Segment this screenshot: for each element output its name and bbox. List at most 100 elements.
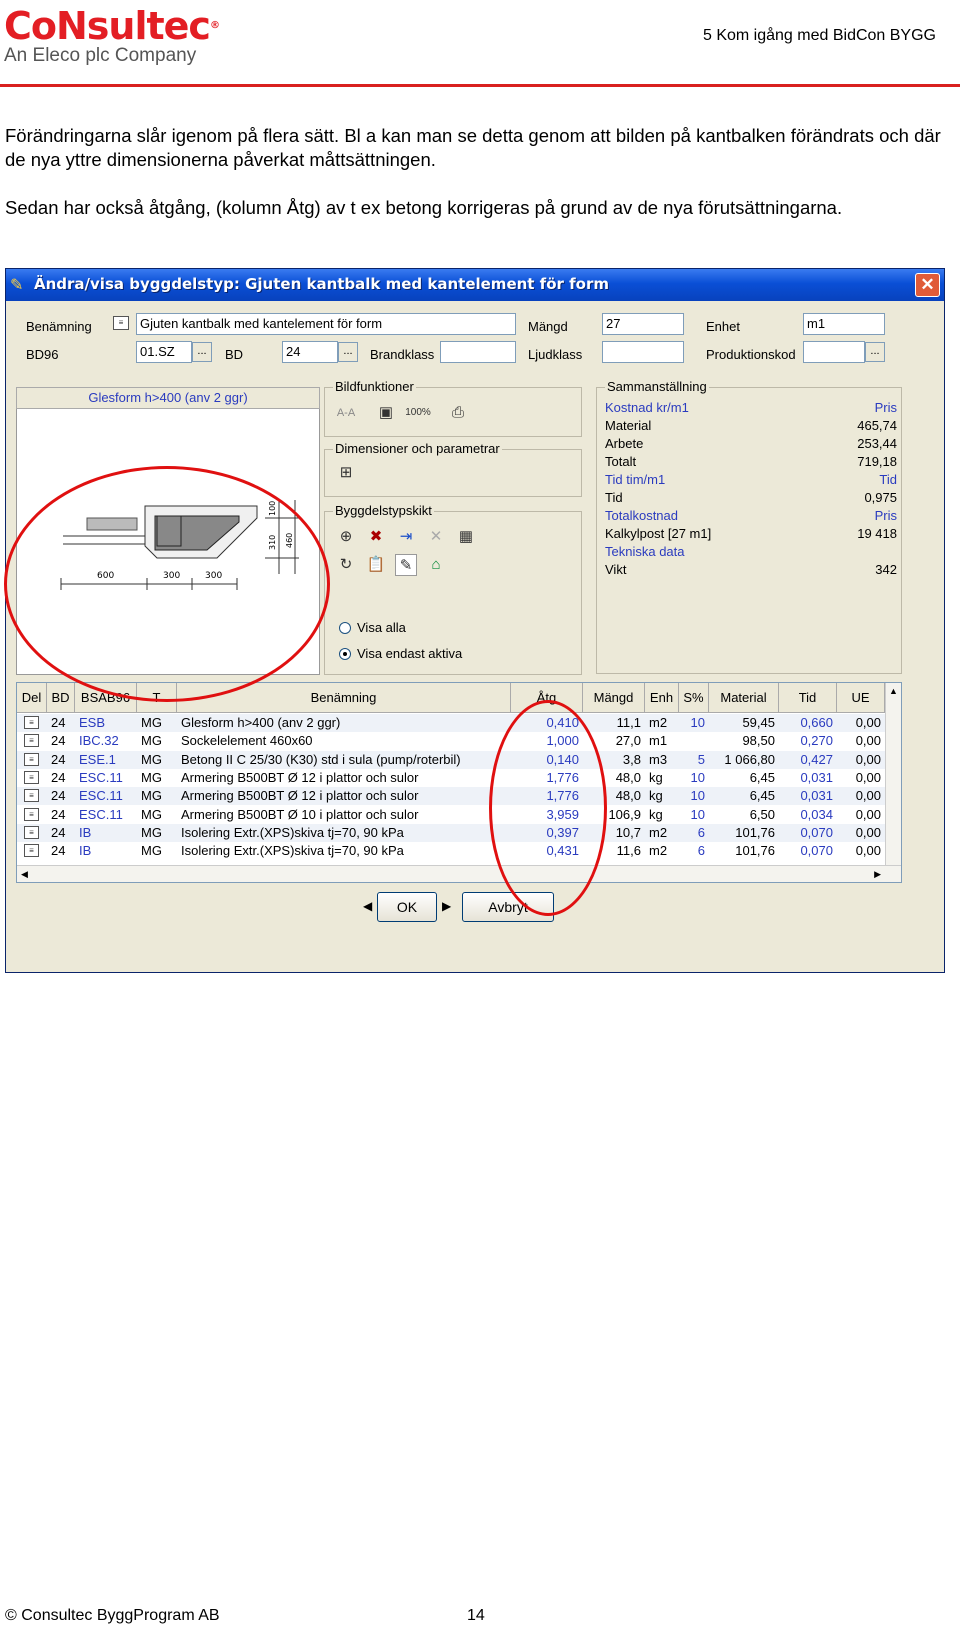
grid-cell[interactable]: 0,00 — [841, 732, 881, 750]
row-select-icon[interactable]: ≡ — [24, 752, 39, 766]
grid-cell[interactable]: 59,45 — [713, 714, 775, 732]
grid-cell[interactable]: 10 — [683, 806, 705, 824]
grid-cell[interactable]: Glesform h>400 (anv 2 ggr) — [181, 714, 507, 732]
grid-cell[interactable]: IB — [79, 824, 133, 842]
grid-cell[interactable]: 0,031 — [783, 787, 833, 805]
grid-cell[interactable]: 24 — [51, 751, 71, 769]
grid-cell[interactable]: 24 — [51, 842, 71, 860]
grid-cell[interactable]: IB — [79, 842, 133, 860]
grid-cell[interactable]: 0,00 — [841, 769, 881, 787]
grid-cell[interactable]: Armering B500BT Ø 12 i plattor och sulor — [181, 769, 507, 787]
grid-cell[interactable]: 101,76 — [713, 824, 775, 842]
grid-cell[interactable]: 24 — [51, 714, 71, 732]
grid-cell[interactable]: MG — [141, 732, 173, 750]
dialog-titlebar[interactable]: ✎ Ändra/visa byggdelstyp: Gjuten kantbal… — [6, 269, 944, 301]
grid-cell[interactable]: MG — [141, 787, 173, 805]
scroll-up-arrow[interactable]: ▲ — [889, 686, 898, 696]
grid-cell[interactable]: ESC.11 — [79, 806, 133, 824]
section-aa-button[interactable]: A-A — [335, 402, 357, 424]
bd-browse-button[interactable]: ... — [338, 342, 358, 362]
grid-cell[interactable]: MG — [141, 769, 173, 787]
grid-header-cell[interactable]: S% — [679, 683, 709, 713]
grid-cell[interactable]: 6,45 — [713, 769, 775, 787]
grid-cell[interactable]: MG — [141, 842, 173, 860]
calculator-icon[interactable]: ▦ — [455, 526, 477, 548]
summary-key[interactable]: Kostnad kr/m1 — [605, 400, 689, 415]
mangd-field[interactable]: 27 — [602, 313, 684, 335]
summary-key[interactable]: Tid tim/m1 — [605, 472, 665, 487]
grid-cell[interactable]: m2 — [649, 714, 675, 732]
refresh-icon[interactable]: ↻ — [335, 554, 357, 576]
grid-cell[interactable]: 0,00 — [841, 787, 881, 805]
grid-cell[interactable]: 6 — [683, 824, 705, 842]
row-select-icon[interactable]: ≡ — [24, 789, 39, 803]
grid-cell[interactable]: Sockelelement 460x60 — [181, 732, 507, 750]
grid-cell[interactable]: ESB — [79, 714, 133, 732]
grid-cell[interactable]: kg — [649, 769, 675, 787]
row-select-icon[interactable]: ≡ — [24, 807, 39, 821]
next-arrow-icon[interactable]: ▶ — [442, 899, 451, 913]
benamning-field[interactable]: Gjuten kantbalk med kantelement för form — [136, 313, 516, 335]
grid-cell[interactable]: ESC.11 — [79, 769, 133, 787]
visa-aktiva-radio-dot[interactable] — [339, 648, 351, 660]
grid-cell[interactable]: 6,50 — [713, 806, 775, 824]
grid-cell[interactable]: Isolering Extr.(XPS)skiva tj=70, 90 kPa — [181, 842, 507, 860]
grid-cell[interactable]: 24 — [51, 732, 71, 750]
grid-cell[interactable]: m2 — [649, 842, 675, 860]
grid-header-cell[interactable]: Enh — [645, 683, 679, 713]
grid-cell[interactable]: Armering B500BT Ø 10 i plattor och sulor — [181, 806, 507, 824]
visa-aktiva-radio[interactable]: Visa endast aktiva — [339, 646, 462, 661]
grid-cell[interactable]: 11,1 — [587, 714, 641, 732]
grid-cell[interactable]: 24 — [51, 824, 71, 842]
grid-cell[interactable]: 0,031 — [783, 769, 833, 787]
grid-cell[interactable]: Isolering Extr.(XPS)skiva tj=70, 90 kPa — [181, 824, 507, 842]
grid-cell[interactable]: MG — [141, 824, 173, 842]
brandklass-field[interactable] — [440, 341, 516, 363]
visa-alla-radio-dot[interactable] — [339, 622, 351, 634]
grid-header-cell[interactable]: BD — [47, 683, 75, 713]
grid-header-cell[interactable]: Tid — [779, 683, 837, 713]
grid-cell[interactable]: 0,427 — [783, 751, 833, 769]
bd96-browse-button[interactable]: ... — [192, 342, 212, 362]
grid-cell[interactable]: 0,00 — [841, 806, 881, 824]
row-select-icon[interactable]: ≡ — [24, 844, 39, 858]
home-icon[interactable]: ⌂ — [425, 554, 447, 576]
zoom-100-button[interactable]: 100% — [403, 402, 433, 424]
vertical-scrollbar[interactable]: ▲ — [885, 683, 901, 866]
grid-cell[interactable]: m3 — [649, 751, 675, 769]
ljudklass-field[interactable] — [602, 341, 684, 363]
text-field-icon[interactable]: ≡ — [113, 316, 129, 330]
grid-cell[interactable] — [683, 732, 705, 750]
row-select-icon[interactable]: ≡ — [24, 734, 39, 748]
grid-cell[interactable]: ESE.1 — [79, 751, 133, 769]
grid-cell[interactable]: 0,00 — [841, 714, 881, 732]
grid-cell[interactable]: kg — [649, 806, 675, 824]
insert-icon[interactable]: ⇥ — [395, 526, 417, 548]
grid-cell[interactable]: 0,00 — [841, 751, 881, 769]
enhet-field[interactable]: m1 — [803, 313, 885, 335]
visa-alla-radio[interactable]: Visa alla — [339, 620, 406, 635]
grid-cell[interactable]: 24 — [51, 769, 71, 787]
grid-cell[interactable]: 0,00 — [841, 824, 881, 842]
row-select-icon[interactable]: ≡ — [24, 825, 39, 839]
remove-icon[interactable]: ✕ — [425, 526, 447, 548]
grid-cell[interactable]: 10 — [683, 769, 705, 787]
produktionskod-field[interactable] — [803, 341, 865, 363]
grid-cell[interactable]: 5 — [683, 751, 705, 769]
clipboard-icon[interactable]: 📋 — [365, 554, 387, 576]
grid-header-cell[interactable]: Mängd — [583, 683, 645, 713]
grid-cell[interactable]: 0,270 — [783, 732, 833, 750]
summary-key[interactable]: Tekniska data — [605, 544, 685, 559]
scroll-right-arrow[interactable]: ▶ — [874, 869, 881, 880]
grid-cell[interactable]: 6,45 — [713, 787, 775, 805]
grid-cell[interactable]: 0,070 — [783, 842, 833, 860]
grid-cell[interactable]: MG — [141, 751, 173, 769]
grid-cell[interactable]: 0,070 — [783, 824, 833, 842]
bd-field[interactable]: 24 — [282, 341, 338, 363]
grid-cell[interactable]: m2 — [649, 824, 675, 842]
summary-key[interactable]: Totalkostnad — [605, 508, 678, 523]
grid-cell[interactable]: IBC.32 — [79, 732, 133, 750]
add-layer-icon[interactable]: ⊕ — [335, 526, 357, 548]
grid-cell[interactable]: MG — [141, 714, 173, 732]
row-select-icon[interactable]: ≡ — [24, 770, 39, 784]
